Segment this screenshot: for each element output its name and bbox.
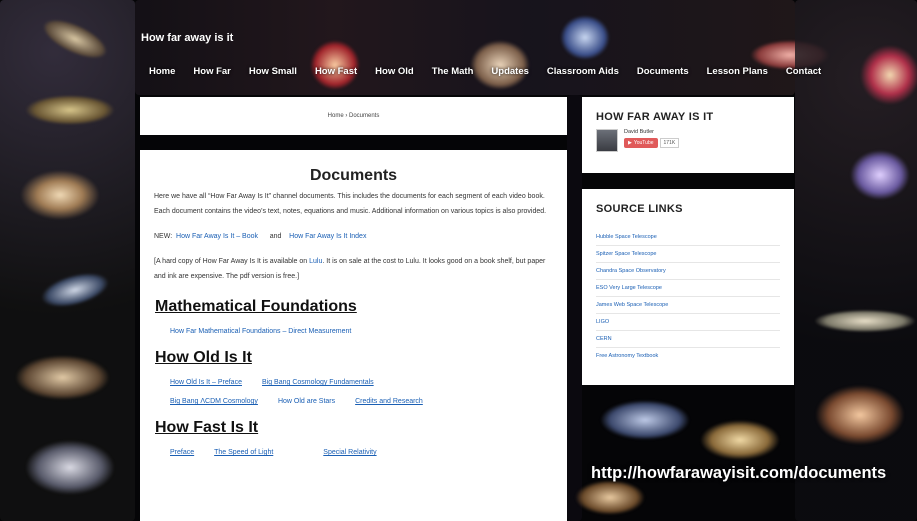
author-name[interactable]: David Butler <box>624 129 679 135</box>
how-fast-links: Preface The Speed of Light Special Relat… <box>170 449 567 456</box>
special-relativity-link[interactable]: Special Relativity <box>323 449 376 456</box>
breadcrumb[interactable]: Home › Documents <box>140 97 567 135</box>
main-content: Documents Here we have all “How Far Away… <box>140 150 567 521</box>
book-link[interactable]: How Far Away Is It – Book <box>176 233 258 240</box>
how-old-links-row2: Big Bang ΛCDM Cosmology How Old are Star… <box>170 398 567 405</box>
nav-home[interactable]: Home <box>140 64 184 79</box>
section-heading-how-old: How Old Is It <box>155 349 252 366</box>
nav-how-far[interactable]: How Far <box>184 64 239 79</box>
source-link-hubble[interactable]: Hubble Space Telescope <box>596 229 780 246</box>
youtube-subscribe: ▶ YouTube 171K <box>624 138 680 148</box>
math-foundations-link[interactable]: How Far Mathematical Foundations – Direc… <box>170 328 351 335</box>
section-heading-math: Mathematical Foundations <box>155 298 357 315</box>
big-bang-fundamentals-link[interactable]: Big Bang Cosmology Fundamentals <box>262 379 374 386</box>
lulu-link[interactable]: Lulu <box>309 258 322 265</box>
intro-paragraph: Here we have all “How Far Away Is It” ch… <box>154 193 547 215</box>
new-label: NEW: <box>154 233 173 240</box>
and-text: and <box>269 233 282 240</box>
page-title: Documents <box>309 167 398 184</box>
how-old-preface-link[interactable]: How Old Is It – Preface <box>170 379 242 386</box>
lcdm-cosmology-link[interactable]: Big Bang ΛCDM Cosmology <box>170 398 258 405</box>
channel-widget: HOW FAR AWAY IS IT David Butler ▶ YouTub… <box>582 97 794 173</box>
how-old-stars-link[interactable]: How Old are Stars <box>278 398 335 405</box>
source-link-jwst[interactable]: James Web Space Telescope <box>596 297 780 314</box>
source-link-spitzer[interactable]: Spitzer Space Telescope <box>596 246 780 263</box>
avatar[interactable] <box>596 129 618 152</box>
speed-of-light-link[interactable]: The Speed of Light <box>214 449 273 456</box>
nav-documents[interactable]: Documents <box>628 64 698 79</box>
site-title[interactable]: How far away is it <box>141 32 233 44</box>
nav-classroom-aids[interactable]: Classroom Aids <box>538 64 628 79</box>
source-link-ligo[interactable]: LIGO <box>596 314 780 331</box>
section-heading-how-fast: How Fast Is It <box>155 419 259 436</box>
hardcopy-note: [A hard copy of How Far Away Is It is av… <box>154 254 553 284</box>
subscriber-count: 171K <box>659 138 680 148</box>
youtube-label: YouTube <box>633 140 654 146</box>
url-caption: http://howfarawayisit.com/documents <box>591 464 887 482</box>
source-links-widget: SOURCE LINKS Hubble Space Telescope Spit… <box>582 189 794 385</box>
nav-how-fast[interactable]: How Fast <box>306 64 366 79</box>
note-before: [A hard copy of How Far Away Is It is av… <box>154 258 310 265</box>
how-fast-preface-link[interactable]: Preface <box>170 449 194 456</box>
source-link-chandra[interactable]: Chandra Space Observatory <box>596 263 780 280</box>
source-links-heading: SOURCE LINKS <box>596 203 683 215</box>
how-old-links-row1: How Old Is It – Preface Big Bang Cosmolo… <box>170 379 567 386</box>
play-icon: ▶ <box>628 140 632 146</box>
new-line: NEW: How Far Away Is It – Book and How F… <box>154 229 553 244</box>
credits-research-link[interactable]: Credits and Research <box>355 398 423 405</box>
author-row: David Butler ▶ YouTube 171K <box>596 129 794 152</box>
source-link-eso[interactable]: ESO Very Large Telescope <box>596 280 780 297</box>
nav-updates[interactable]: Updates <box>482 64 537 79</box>
channel-heading: HOW FAR AWAY IS IT <box>596 111 714 123</box>
nav-how-small[interactable]: How Small <box>240 64 306 79</box>
nav-how-old[interactable]: How Old <box>366 64 423 79</box>
source-links-list: Hubble Space Telescope Spitzer Space Tel… <box>596 229 780 364</box>
youtube-button[interactable]: ▶ YouTube <box>624 138 658 148</box>
index-link[interactable]: How Far Away Is It Index <box>289 233 366 240</box>
main-nav: Home How Far How Small How Fast How Old … <box>140 64 830 79</box>
nav-contact[interactable]: Contact <box>777 64 830 79</box>
source-link-textbook[interactable]: Free Astronomy Textbook <box>596 348 780 364</box>
math-links: How Far Mathematical Foundations – Direc… <box>170 328 567 335</box>
nav-lesson-plans[interactable]: Lesson Plans <box>698 64 777 79</box>
source-link-cern[interactable]: CERN <box>596 331 780 348</box>
nav-the-math[interactable]: The Math <box>423 64 483 79</box>
